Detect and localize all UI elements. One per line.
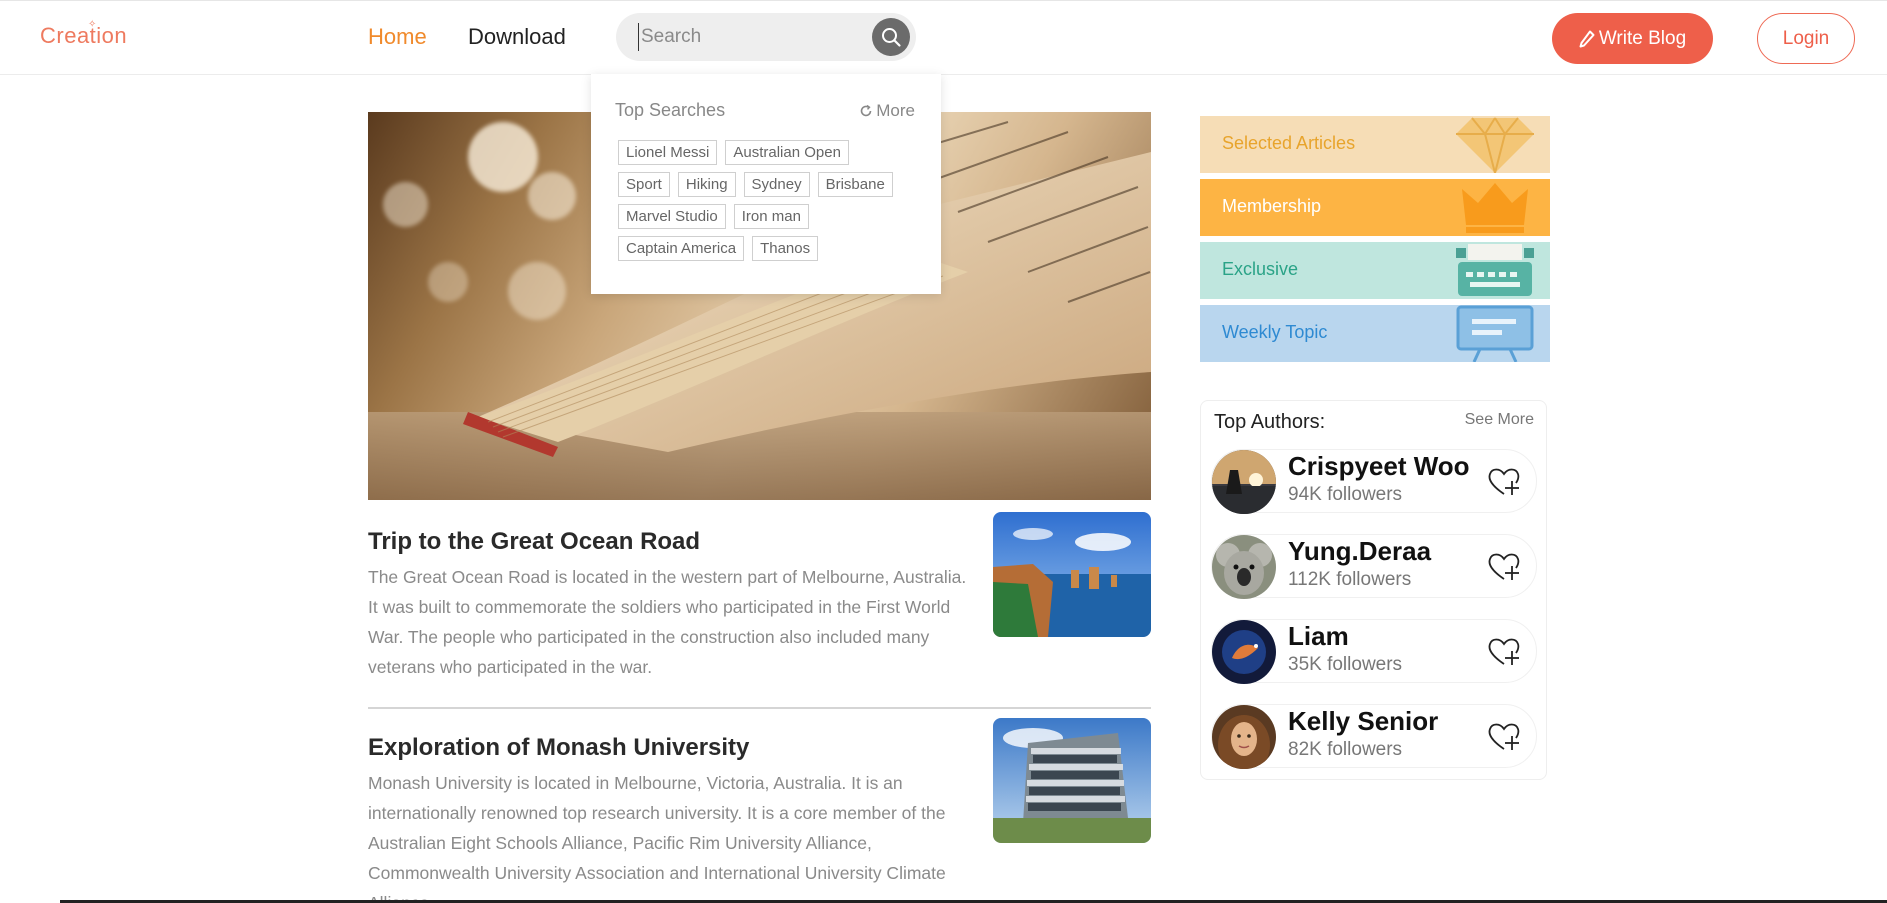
author-followers: 82K followers <box>1288 739 1403 760</box>
follow-heart-plus-icon[interactable] <box>1486 719 1522 755</box>
search-tag[interactable]: Australian Open <box>725 140 849 165</box>
article-card: Exploration of Monash University Monash … <box>368 718 1151 903</box>
tag-row: Sport Hiking Sydney Brisbane <box>618 172 928 197</box>
search-tag[interactable]: Marvel Studio <box>618 204 726 229</box>
author-card[interactable]: Kelly Senior 82K followers <box>1211 704 1537 769</box>
author-name: Yung.Deraa <box>1288 536 1432 566</box>
follow-heart-plus-icon[interactable] <box>1486 549 1522 585</box>
category-label: Exclusive <box>1222 259 1299 279</box>
category-membership[interactable]: Membership <box>1200 179 1550 236</box>
category-label: Weekly Topic <box>1222 322 1328 342</box>
article-card: Trip to the Great Ocean Road The Great O… <box>368 512 1151 678</box>
article-divider <box>368 707 1151 709</box>
category-selected-articles[interactable]: Selected Articles <box>1200 116 1550 173</box>
tag-row: Captain America Thanos <box>618 236 928 261</box>
category-exclusive[interactable]: Exclusive <box>1200 242 1550 299</box>
typewriter-icon <box>1456 244 1534 296</box>
tag-row: Marvel Studio Iron man <box>618 204 928 229</box>
author-name: Liam <box>1288 621 1349 651</box>
category-weekly-topic[interactable]: Weekly Topic <box>1200 305 1550 362</box>
top-header: Creation ✧ Home Download Write Blog Logi… <box>0 0 1887 75</box>
author-followers: 112K followers <box>1288 569 1412 590</box>
logo-sparkle-icon: ✧ <box>88 19 97 30</box>
search-tag[interactable]: Thanos <box>752 236 819 261</box>
article-thumbnail[interactable] <box>993 512 1151 637</box>
diamond-icon <box>1456 117 1534 173</box>
author-card[interactable]: Yung.Deraa 112K followers <box>1211 534 1537 599</box>
avatar <box>1212 705 1276 769</box>
avatar <box>1212 450 1276 514</box>
university-building-photo <box>993 718 1151 843</box>
top-searches-more-button[interactable]: More <box>859 101 915 121</box>
page: Creation ✧ Home Download Write Blog Logi… <box>0 0 1887 903</box>
presentation-board-icon <box>1456 305 1534 362</box>
see-more-authors-link[interactable]: See More <box>1465 411 1534 429</box>
tag-row: Lionel Messi Australian Open <box>618 140 928 165</box>
top-searches-title: Top Searches <box>615 100 726 120</box>
article-thumbnail[interactable] <box>993 718 1151 843</box>
follow-heart-plus-icon[interactable] <box>1486 464 1522 500</box>
author-name: Kelly Senior <box>1288 706 1439 736</box>
coastline-photo <box>993 512 1151 637</box>
author-card[interactable]: Liam 35K followers <box>1211 619 1537 684</box>
nav-download-link[interactable]: Download <box>468 24 566 50</box>
category-label: Membership <box>1222 196 1322 216</box>
author-card[interactable]: Crispyeet Woo 94K followers <box>1211 449 1537 514</box>
article-title[interactable]: Exploration of Monash University <box>368 734 749 762</box>
search-button[interactable] <box>872 18 910 56</box>
top-searches-dropdown: Top Searches More Lionel Messi Australia… <box>591 74 941 294</box>
top-authors-panel: Top Authors: See More Crispyeet Woo 94K … <box>1200 400 1547 780</box>
search-bar <box>616 13 916 61</box>
top-authors-title: Top Authors: <box>1214 411 1326 433</box>
write-blog-label: Write Blog <box>1598 27 1687 49</box>
author-followers: 35K followers <box>1288 654 1403 675</box>
search-icon <box>882 28 901 47</box>
avatar <box>1212 535 1276 599</box>
crown-icon <box>1462 183 1528 233</box>
search-tag[interactable]: Hiking <box>677 172 736 197</box>
login-button[interactable]: Login <box>1757 13 1855 64</box>
author-followers: 94K followers <box>1288 484 1403 505</box>
pencil-icon <box>1579 30 1595 47</box>
search-tags: Lionel Messi Australian Open Sport Hikin… <box>618 140 928 268</box>
follow-heart-plus-icon[interactable] <box>1486 634 1522 670</box>
avatar <box>1212 620 1276 684</box>
refresh-icon <box>860 104 872 117</box>
nav-home-link[interactable]: Home <box>368 24 427 50</box>
author-name: Crispyeet Woo <box>1288 451 1470 481</box>
search-tag[interactable]: Sydney <box>743 172 810 197</box>
more-label: More <box>876 101 915 120</box>
article-excerpt: The Great Ocean Road is located in the w… <box>368 567 967 677</box>
write-blog-button[interactable]: Write Blog <box>1552 13 1713 64</box>
search-tag[interactable]: Lionel Messi <box>618 140 718 165</box>
category-label: Selected Articles <box>1222 133 1356 153</box>
article-excerpt: Monash University is located in Melbourn… <box>368 773 946 903</box>
search-tag[interactable]: Captain America <box>618 236 745 261</box>
search-tag[interactable]: Brisbane <box>817 172 893 197</box>
site-logo[interactable]: Creation <box>40 23 127 49</box>
search-input[interactable] <box>638 23 868 51</box>
search-tag[interactable]: Sport <box>618 172 670 197</box>
search-tag[interactable]: Iron man <box>733 204 809 229</box>
article-title[interactable]: Trip to the Great Ocean Road <box>368 528 700 556</box>
